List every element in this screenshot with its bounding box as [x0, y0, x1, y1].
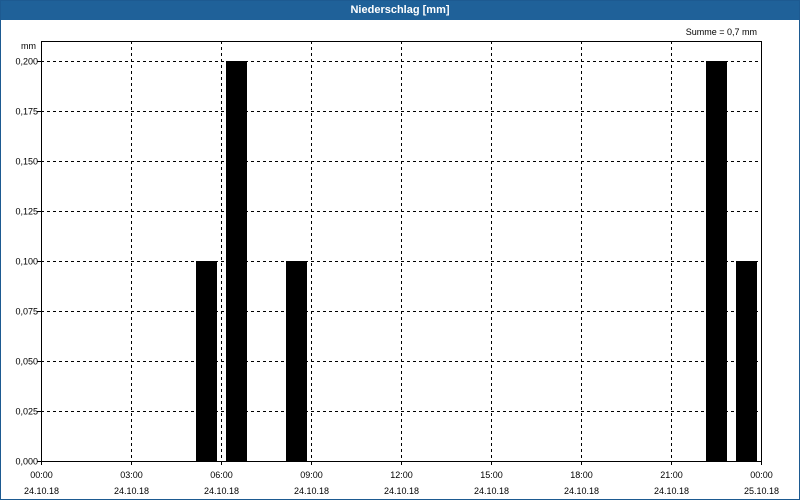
y-tick-label-1: 0,025	[15, 407, 38, 417]
x-tick-date-6: 24.10.18	[564, 486, 599, 496]
chart-canvas: 0,000 0,025 0,050 0,075 0,100 0,125 0,150 0,175…	[15, 27, 779, 496]
y-unit-label: mm	[21, 41, 36, 51]
axes-layer	[37, 41, 762, 465]
bar-3	[706, 61, 727, 461]
y-tick-label-2: 0,050	[15, 357, 38, 367]
x-tick-time-3: 09:00	[300, 470, 323, 480]
y-tick-label-3: 0,075	[15, 307, 38, 317]
x-tick-date-5: 24.10.18	[474, 486, 509, 496]
x-tick-date-3: 24.10.18	[294, 486, 329, 496]
bar-1	[226, 61, 247, 461]
x-tick-date-4: 24.10.18	[384, 486, 419, 496]
x-tick-time-1: 03:00	[120, 470, 143, 480]
chart-window: Niederschlag [mm] 0,000 0,025 0,050 0,075 0,…	[0, 0, 800, 500]
x-tick-date-2: 24.10.18	[204, 486, 239, 496]
x-tick-time-4: 12:00	[390, 470, 413, 480]
y-tick-label-4: 0,100	[15, 257, 38, 267]
y-tick-label-5: 0,125	[15, 207, 38, 217]
grid-layer	[41, 41, 761, 461]
x-tick-date-0: 24.10.18	[24, 486, 59, 496]
bar-0	[196, 261, 217, 461]
x-tick-date-7: 24.10.18	[654, 486, 689, 496]
x-tick-date-8: 25.10.18	[744, 486, 779, 496]
y-tick-label-7: 0,175	[15, 107, 38, 117]
y-tick-label-6: 0,150	[15, 157, 38, 167]
x-tick-time-2: 06:00	[210, 470, 233, 480]
x-tick-time-5: 15:00	[480, 470, 503, 480]
bar-2	[286, 261, 307, 461]
y-tick-label-0: 0,000	[15, 457, 38, 467]
x-tick-time-0: 00:00	[30, 470, 53, 480]
sum-annotation: Summe = 0,7 mm	[686, 27, 757, 37]
y-tick-label-8: 0,200	[15, 57, 38, 67]
x-tick-time-8: 00:00	[750, 470, 773, 480]
x-tick-time-6: 18:00	[570, 470, 593, 480]
bar-4	[736, 261, 757, 461]
x-tick-date-1: 24.10.18	[114, 486, 149, 496]
x-tick-time-7: 21:00	[660, 470, 683, 480]
